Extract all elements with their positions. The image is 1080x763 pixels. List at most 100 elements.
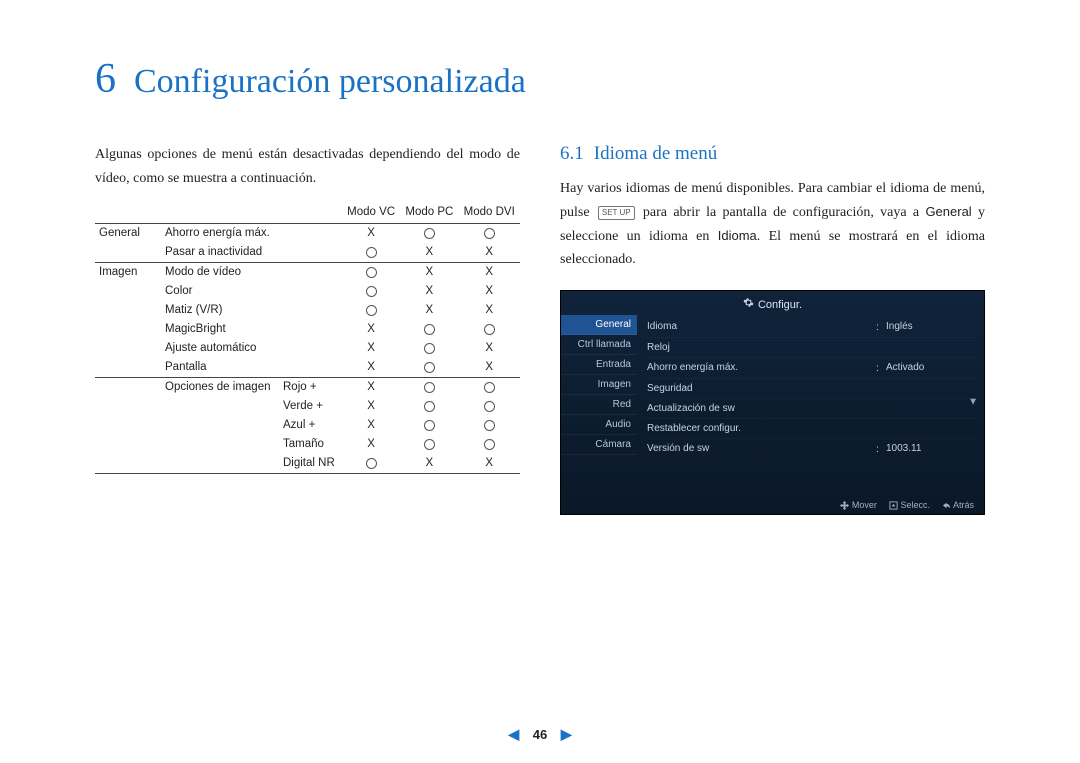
right-column: 6.1Idioma de menú Hay varios idiomas de …	[560, 143, 985, 515]
osd-setting-row[interactable]: Seguridad	[647, 379, 976, 399]
osd-setting-value: 1003.11	[886, 443, 976, 455]
text-fragment: Selecc.	[900, 500, 930, 510]
circle-mark-icon	[424, 324, 435, 335]
osd-side-item[interactable]: General	[561, 315, 637, 335]
table-row: GeneralAhorro energía máx.X	[95, 223, 520, 243]
idioma-keyword: Idioma	[718, 228, 757, 243]
gear-icon	[743, 297, 754, 311]
pc-cell: X	[400, 301, 458, 320]
setup-key-icon: SET UP	[598, 206, 635, 220]
pc-cell	[400, 435, 458, 454]
osd-title-text: Configur.	[758, 299, 802, 311]
table-head-empty1	[95, 201, 161, 224]
table-head-empty3	[279, 201, 342, 224]
vc-cell	[342, 282, 400, 301]
next-page-icon[interactable]: ▶	[561, 726, 572, 742]
osd-setting-row[interactable]: Idioma:Inglés	[647, 317, 976, 338]
circle-mark-icon	[484, 228, 495, 239]
prev-page-icon[interactable]: ◀	[508, 726, 519, 742]
table-row: Opciones de imagenRojo +X	[95, 377, 520, 397]
vc-cell	[342, 243, 400, 263]
chapter-title: Configuración personalizada	[134, 63, 526, 101]
table-row: Matiz (V/R)XX	[95, 301, 520, 320]
pc-cell	[400, 320, 458, 339]
option-cell: Verde +	[279, 397, 342, 416]
dvi-cell: X	[458, 262, 520, 282]
feature-cell: Ahorro energía máx.	[161, 223, 279, 243]
dvi-cell	[458, 377, 520, 397]
option-cell: Rojo +	[279, 377, 342, 397]
dvi-cell: X	[458, 339, 520, 358]
circle-mark-icon	[424, 343, 435, 354]
section-title: Idioma de menú	[594, 143, 717, 164]
group-cell	[95, 454, 161, 474]
osd-setting-row[interactable]: Versión de sw:1003.11	[647, 439, 976, 459]
group-cell	[95, 282, 161, 301]
pc-cell: X	[400, 262, 458, 282]
section-paragraph: Hay varios idiomas de menú disponibles. …	[560, 177, 985, 272]
osd-setting-label: Restablecer configur.	[647, 423, 876, 434]
vc-cell	[342, 262, 400, 282]
table-row: Pasar a inactividadXX	[95, 243, 520, 263]
option-cell	[279, 243, 342, 263]
dvi-cell: X	[458, 282, 520, 301]
vc-cell: X	[342, 320, 400, 339]
dvi-cell	[458, 320, 520, 339]
table-row: ColorXX	[95, 282, 520, 301]
circle-mark-icon	[484, 439, 495, 450]
osd-side-item[interactable]: Entrada	[561, 355, 637, 375]
feature-cell: Ajuste automático	[161, 339, 279, 358]
circle-mark-icon	[366, 267, 377, 278]
pc-cell	[400, 339, 458, 358]
osd-side-item[interactable]: Red	[561, 395, 637, 415]
pc-cell	[400, 377, 458, 397]
dvi-cell: X	[458, 301, 520, 320]
circle-mark-icon	[366, 286, 377, 297]
section-heading: 6.1Idioma de menú	[560, 143, 985, 165]
osd-side-item[interactable]: Audio	[561, 415, 637, 435]
left-column: Algunas opciones de menú están desactiva…	[95, 143, 520, 515]
circle-mark-icon	[484, 382, 495, 393]
osd-side-item[interactable]: Ctrl llamada	[561, 335, 637, 355]
option-cell	[279, 282, 342, 301]
circle-mark-icon	[484, 324, 495, 335]
feature-cell: Opciones de imagen	[161, 377, 279, 397]
osd-setting-row[interactable]: Reloj	[647, 338, 976, 358]
option-cell	[279, 301, 342, 320]
circle-mark-icon	[366, 247, 377, 258]
group-cell	[95, 397, 161, 416]
osd-side-item[interactable]: Imagen	[561, 375, 637, 395]
separator: :	[876, 321, 886, 333]
dvi-cell: X	[458, 358, 520, 378]
osd-hint-back: Atrás	[942, 500, 974, 510]
osd-setting-value: Activado	[886, 362, 976, 374]
osd-screenshot: Configur. GeneralCtrl llamadaEntradaImag…	[560, 290, 985, 514]
option-cell: Tamaño	[279, 435, 342, 454]
osd-hint-move: Mover	[840, 500, 877, 510]
option-cell: Digital NR	[279, 454, 342, 474]
dvi-cell: X	[458, 243, 520, 263]
osd-setting-row[interactable]: Restablecer configur.	[647, 419, 976, 439]
osd-setting-row[interactable]: Ahorro energía máx.:Activado	[647, 358, 976, 379]
osd-setting-label: Ahorro energía máx.	[647, 362, 876, 374]
vc-cell: X	[342, 223, 400, 243]
osd-side-item[interactable]: Cámara	[561, 435, 637, 455]
osd-setting-label: Idioma	[647, 321, 876, 333]
osd-setting-row[interactable]: Actualización de sw	[647, 399, 976, 419]
osd-setting-label: Reloj	[647, 342, 876, 353]
group-cell	[95, 416, 161, 435]
feature-cell: MagicBright	[161, 320, 279, 339]
pc-cell: X	[400, 243, 458, 263]
dvi-cell	[458, 435, 520, 454]
page-navigator: ◀ 46 ▶	[0, 726, 1080, 743]
group-cell	[95, 435, 161, 454]
pc-cell	[400, 397, 458, 416]
table-row: Digital NRXX	[95, 454, 520, 474]
dvi-cell: X	[458, 454, 520, 474]
circle-mark-icon	[366, 305, 377, 316]
table-head-dvi: Modo DVI	[458, 201, 520, 224]
circle-mark-icon	[424, 228, 435, 239]
general-keyword: General	[925, 204, 971, 219]
table-row: TamañoX	[95, 435, 520, 454]
circle-mark-icon	[424, 439, 435, 450]
